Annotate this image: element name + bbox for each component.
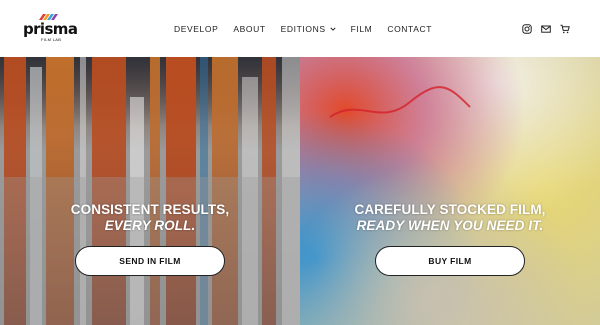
nav-contact[interactable]: CONTACT <box>387 23 432 35</box>
hero-right-subline: READY WHEN YOU NEED IT. <box>356 218 544 233</box>
site-header: prisma FILM LAB DEVELOP ABOUT EDITIONS F… <box>0 0 600 57</box>
main-nav: DEVELOP ABOUT EDITIONS FILM CONTACT <box>174 23 447 35</box>
brand-logo[interactable]: prisma FILM LAB <box>23 14 78 42</box>
film-texture-background-image <box>300 57 600 325</box>
hero-left-headline: CONSISTENT RESULTS, <box>70 202 230 217</box>
brand-tagline: FILM LAB <box>41 37 62 42</box>
nav-film[interactable]: FILM <box>351 23 373 35</box>
hero-left-subline: EVERY ROLL. <box>104 218 196 233</box>
hero-panel-develop: CONSISTENT RESULTS, EVERY ROLL. SEND IN … <box>0 57 300 325</box>
chevron-down-icon <box>330 27 336 31</box>
nav-develop[interactable]: DEVELOP <box>174 23 218 35</box>
hero-panel-film: CAREFULLY STOCKED FILM, READY WHEN YOU N… <box>300 57 600 325</box>
nav-editions[interactable]: EDITIONS <box>281 23 336 35</box>
header-icons <box>513 23 570 35</box>
nav-about[interactable]: ABOUT <box>233 23 265 35</box>
hero-right-heading: CAREFULLY STOCKED FILM, READY WHEN YOU N… <box>300 202 600 234</box>
nav-editions-label: EDITIONS <box>280 24 326 34</box>
mail-icon[interactable] <box>541 24 551 34</box>
brand-name: prisma <box>23 20 78 38</box>
film-strip-background-image <box>0 57 300 325</box>
buy-film-button[interactable]: BUY FILM <box>375 246 525 276</box>
send-in-film-button[interactable]: SEND IN FILM <box>75 246 225 276</box>
cart-icon[interactable] <box>560 24 570 34</box>
instagram-icon[interactable] <box>522 24 532 34</box>
hero-right-headline: CAREFULLY STOCKED FILM, <box>354 202 546 217</box>
hero-left-heading: CONSISTENT RESULTS, EVERY ROLL. <box>0 202 300 234</box>
